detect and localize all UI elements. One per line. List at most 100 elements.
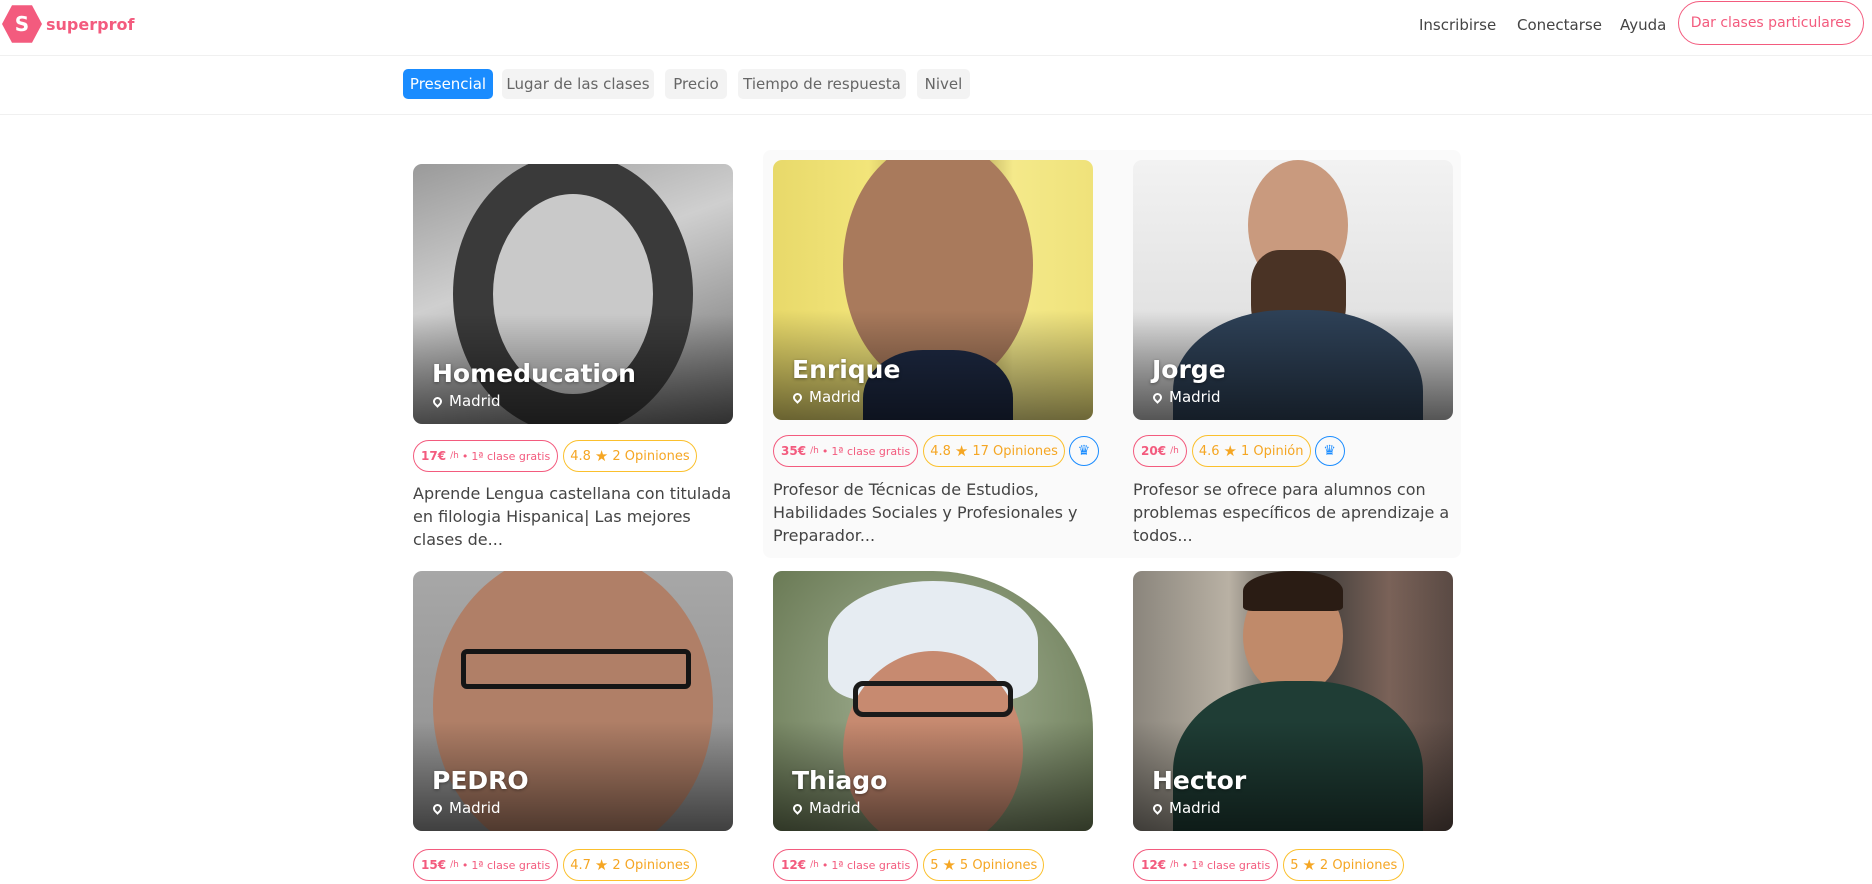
rating-badge: 4.7 ★ 2 Opiniones xyxy=(563,849,697,881)
rating-value: 5 xyxy=(930,857,939,873)
map-pin-icon xyxy=(791,390,804,404)
site-header: S superprof Inscribirse Conectarse Ayuda… xyxy=(0,0,1872,56)
teacher-photo: Enrique Madrid xyxy=(773,160,1093,420)
teach-button[interactable]: Dar clases particulares xyxy=(1678,1,1864,45)
map-pin-icon xyxy=(1151,390,1164,404)
signup-link[interactable]: Inscribirse xyxy=(1419,16,1496,34)
logo-text: superprof xyxy=(46,14,135,34)
teacher-location: Madrid xyxy=(431,799,501,817)
teacher-photo: Jorge Madrid xyxy=(1133,160,1453,420)
location-label: Madrid xyxy=(1169,388,1221,406)
price-value: 12€ xyxy=(1141,858,1167,872)
location-label: Madrid xyxy=(449,799,501,817)
map-pin-icon xyxy=(1151,801,1164,815)
teacher-name: PEDRO xyxy=(432,766,529,795)
filter-in-person[interactable]: Presencial xyxy=(403,69,493,99)
price-unit: /h xyxy=(1170,860,1179,870)
price-unit: /h xyxy=(810,446,819,456)
price-value: 12€ xyxy=(781,858,807,872)
price-badge: 12€/h • 1ª clase gratis xyxy=(773,849,919,881)
teacher-name: Hector xyxy=(1152,766,1247,795)
reviews-count: 1 Opinión xyxy=(1240,443,1304,459)
map-pin-icon xyxy=(431,801,444,815)
teacher-description: Aprende Lengua castellana con titulada e… xyxy=(413,484,732,549)
location-label: Madrid xyxy=(1169,799,1221,817)
rating-badge: 4.6 ★ 1 Opinión xyxy=(1191,435,1311,467)
logo-mark: S xyxy=(2,5,42,43)
help-link[interactable]: Ayuda xyxy=(1620,16,1666,34)
reviews-count: 5 Opiniones xyxy=(959,857,1038,873)
free-class-label: 1ª clase gratis xyxy=(831,444,911,458)
superprof-logo[interactable]: S superprof xyxy=(2,4,134,44)
reviews-count: 2 Opiniones xyxy=(612,857,690,873)
price-unit: /h xyxy=(810,860,819,870)
price-value: 17€ xyxy=(421,449,447,463)
rating-value: 4.6 xyxy=(1198,443,1220,459)
badges-row: 12€/h • 1ª clase gratis 5 ★ 2 Opiniones xyxy=(1133,849,1405,881)
crown-icon: ♛ xyxy=(1068,436,1099,466)
login-link[interactable]: Conectarse xyxy=(1517,16,1602,34)
map-pin-icon xyxy=(791,801,804,815)
reviews-count: 2 Opiniones xyxy=(1319,857,1398,873)
reviews-count: 2 Opiniones xyxy=(612,448,690,464)
price-unit: /h xyxy=(450,451,459,461)
teacher-description: Profesor se ofrece para alumnos con prob… xyxy=(1133,480,1450,545)
teacher-name: Jorge xyxy=(1152,355,1226,384)
location-label: Madrid xyxy=(809,388,861,406)
price-badge: 20€/h xyxy=(1133,435,1187,467)
location-label: Madrid xyxy=(809,799,861,817)
map-pin-icon xyxy=(431,394,444,408)
filter-response-time[interactable]: Tiempo de respuesta xyxy=(738,69,906,99)
free-class-label: 1ª clase gratis xyxy=(1191,858,1271,872)
free-class-label: 1ª clase gratis xyxy=(831,858,911,872)
teacher-location: Madrid xyxy=(431,392,501,410)
reviews-count: 17 Opiniones xyxy=(972,443,1058,459)
price-badge: 17€/h • 1ª clase gratis xyxy=(413,440,559,472)
star-icon: ★ xyxy=(594,447,609,465)
badges-row: 15€/h • 1ª clase gratis 4.7 ★ 2 Opiniones xyxy=(413,849,697,881)
teacher-photo: Hector Madrid xyxy=(1133,571,1453,831)
badges-row: 17€/h • 1ª clase gratis 4.8 ★ 2 Opiniones xyxy=(413,440,697,472)
rating-value: 4.8 xyxy=(930,443,951,459)
star-icon: ★ xyxy=(954,442,969,460)
rating-value: 4.8 xyxy=(570,448,591,464)
location-label: Madrid xyxy=(449,392,501,410)
rating-badge: 4.8 ★ 2 Opiniones xyxy=(563,440,697,472)
price-unit: /h xyxy=(1170,446,1179,456)
price-badge: 12€/h • 1ª clase gratis xyxy=(1133,849,1279,881)
teacher-description: Profesor de Técnicas de Estudios, Habili… xyxy=(773,480,1078,545)
filters-bar: Presencial Lugar de las clases Precio Ti… xyxy=(0,57,1872,115)
crown-icon: ♛ xyxy=(1314,436,1345,466)
price-badge: 15€/h • 1ª clase gratis xyxy=(413,849,559,881)
rating-badge: 5 ★ 5 Opiniones xyxy=(923,849,1045,881)
rating-badge: 4.8 ★ 17 Opiniones xyxy=(923,435,1065,467)
teacher-location: Madrid xyxy=(1151,799,1221,817)
rating-value: 5 xyxy=(1290,857,1299,873)
price-value: 20€ xyxy=(1141,444,1167,458)
teacher-location: Madrid xyxy=(1151,388,1221,406)
star-icon: ★ xyxy=(1223,442,1237,460)
free-class-label: 1ª clase gratis xyxy=(471,449,551,463)
price-unit: /h xyxy=(450,860,459,870)
free-class-label: 1ª clase gratis xyxy=(471,858,551,872)
teacher-photo: Thiago Madrid xyxy=(773,571,1093,831)
badges-row: 35€/h • 1ª clase gratis 4.8 ★ 17 Opiniones ♛ xyxy=(773,435,1099,467)
rating-badge: 5 ★ 2 Opiniones xyxy=(1283,849,1405,881)
teacher-location: Madrid xyxy=(791,388,861,406)
rating-value: 4.7 xyxy=(570,857,591,873)
price-badge: 35€/h • 1ª clase gratis xyxy=(773,435,919,467)
teacher-location: Madrid xyxy=(791,799,861,817)
filter-class-location[interactable]: Lugar de las clases xyxy=(502,69,654,99)
filter-level[interactable]: Nivel xyxy=(917,69,970,99)
star-icon: ★ xyxy=(942,856,956,874)
teacher-name: Thiago xyxy=(792,766,888,795)
teacher-photo: PEDRO Madrid xyxy=(413,571,733,831)
star-icon: ★ xyxy=(1302,856,1316,874)
teacher-photo: Homeducation Madrid xyxy=(413,164,733,424)
teacher-name: Homeducation xyxy=(432,359,636,388)
filter-price[interactable]: Precio xyxy=(665,69,727,99)
price-value: 15€ xyxy=(421,858,447,872)
badges-row: 12€/h • 1ª clase gratis 5 ★ 5 Opiniones xyxy=(773,849,1045,881)
price-value: 35€ xyxy=(781,444,807,458)
star-icon: ★ xyxy=(594,856,609,874)
